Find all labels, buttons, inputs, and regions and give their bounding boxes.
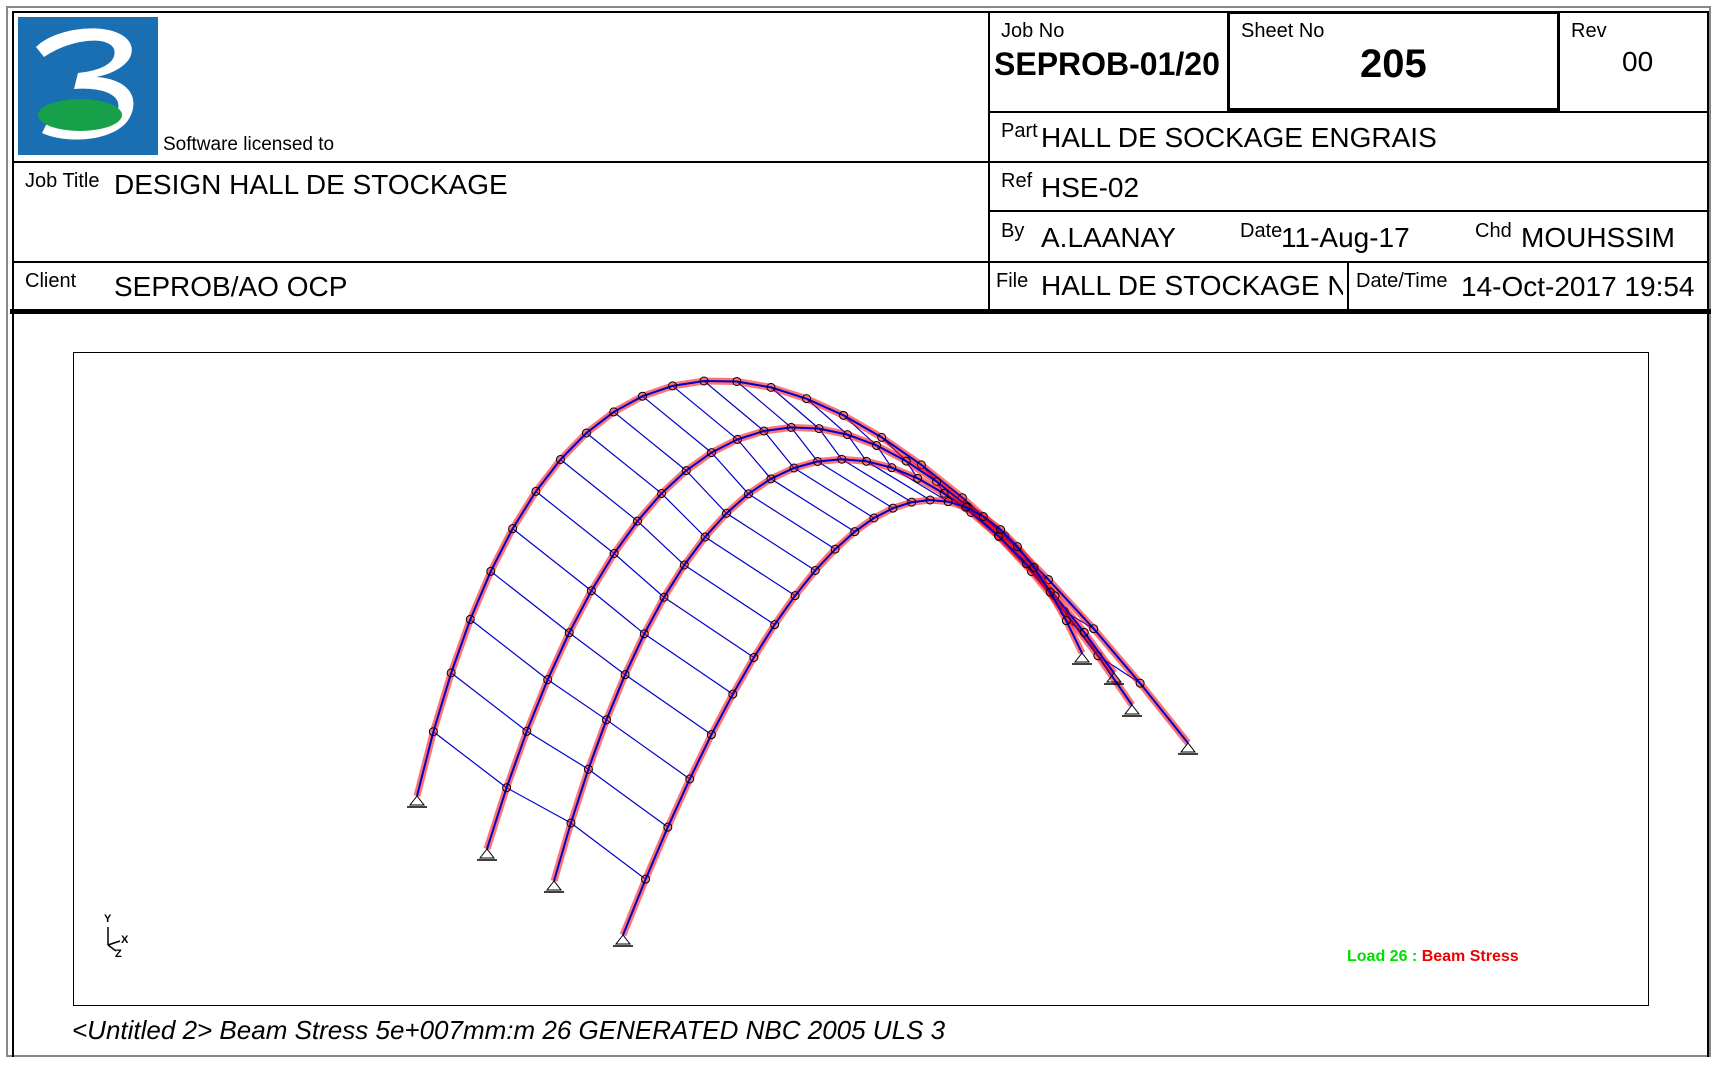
purlin-member (704, 536, 796, 597)
purlin-member (793, 467, 875, 519)
chd-value: MOUHSSIM (1521, 222, 1675, 253)
purlin-member (613, 553, 665, 598)
purlin-member (588, 768, 669, 828)
date-label: Date (1240, 220, 1283, 242)
staad-logo-icon (18, 17, 158, 155)
purlin-member (624, 674, 712, 736)
purlin-member (661, 493, 706, 538)
purlin-member (547, 679, 607, 721)
purlin-member (570, 822, 646, 880)
purlin-member (637, 520, 685, 566)
job-no-value-clip: SEPROB-01/20 (994, 46, 1224, 86)
pinned-support-icon (1123, 704, 1141, 715)
rev-value: 00 (1622, 46, 1654, 77)
job-title-value: DESIGN HALL DE STOCKAGE (114, 169, 508, 200)
purlin-member (450, 672, 528, 732)
file-value-clip: HALL DE STOCKAGE N´ (1041, 272, 1343, 306)
pinned-support-icon (614, 934, 632, 945)
purlin-member (790, 427, 819, 462)
sheet-no-value: 205 (1360, 42, 1427, 86)
datetime-label: Date/Time (1356, 270, 1448, 292)
title-block-bottom-line (10, 309, 1711, 314)
ref-value: HSE-02 (1041, 172, 1140, 203)
purlin-member (685, 470, 727, 514)
purlin-member (613, 411, 687, 472)
purlin-member (535, 490, 615, 554)
by-label: By (1001, 220, 1025, 242)
purlin-member (672, 385, 738, 440)
purlin-member (568, 632, 626, 676)
purlin-member (726, 512, 816, 572)
by-value: A.LAANAY (1041, 222, 1176, 253)
purlin-member (703, 380, 765, 432)
drawing-caption: <Untitled 2> Beam Stress 5e+007mm:m 26 G… (72, 1015, 946, 1045)
axis-triad: Y X Z (100, 913, 140, 963)
arch-member (622, 498, 1083, 936)
pinned-support-icon (1073, 652, 1091, 663)
title-block-divider (1347, 261, 1349, 311)
pinned-support-icon (478, 848, 496, 859)
job-no-value: SEPROB-01/20 (994, 46, 1220, 82)
job-title-label: Job Title (25, 170, 100, 192)
purlin-member (736, 439, 772, 480)
purlin-member (526, 730, 589, 770)
drawing-viewport[interactable]: Y X Z (73, 352, 1649, 1006)
title-block-line (988, 210, 1709, 212)
chd-label: Chd (1475, 220, 1512, 242)
purlin-member (560, 459, 638, 522)
purlin-member (469, 618, 549, 681)
arch-structure-diagram (407, 376, 1198, 947)
licensed-label: Software licensed to (163, 134, 335, 155)
part-value: HALL DE SOCKAGE ENGRAIS (1041, 122, 1437, 153)
purlin-member (506, 787, 572, 824)
title-block-line (12, 261, 1709, 263)
sheet-no-label: Sheet No (1241, 20, 1325, 42)
purlin-member (590, 590, 645, 635)
stress-diagram (619, 496, 1086, 937)
date-value: 11-Aug-17 (1281, 222, 1410, 253)
pinned-support-icon (1179, 742, 1197, 753)
title-block-line (12, 161, 1709, 163)
purlin-member (433, 731, 507, 789)
job-no-label: Job No (1001, 20, 1065, 42)
purlin-member (763, 430, 795, 469)
legend-load-text: Load 26 : (1347, 948, 1418, 965)
purlin-member (748, 493, 836, 550)
pinned-support-icon (408, 795, 426, 806)
part-label: Part (1001, 120, 1038, 142)
axis-x-label: X (121, 934, 129, 946)
legend-type-text: Beam Stress (1421, 948, 1519, 965)
client-value: SEPROB/AO OCP (114, 271, 348, 302)
purlin-member (663, 596, 755, 658)
pinned-support-icon (545, 880, 563, 891)
datetime-value: 14-Oct-2017 19:54 (1461, 271, 1695, 302)
file-value: HALL DE STOCKAGE N´ (1041, 272, 1343, 301)
ref-label: Ref (1001, 170, 1033, 192)
load-legend: Load 26 : Beam Stress (1347, 948, 1519, 966)
purlin-member (643, 633, 734, 695)
rev-label: Rev (1571, 20, 1607, 42)
purlin-member (770, 478, 856, 533)
purlin-member (711, 452, 749, 495)
axis-y-label: Y (104, 913, 112, 925)
file-label: File (996, 270, 1029, 292)
purlin-member (490, 570, 570, 634)
purlin-member (606, 719, 691, 780)
client-label: Client (25, 270, 77, 292)
axis-z-label: Z (115, 948, 122, 960)
title-block-divider (988, 11, 990, 311)
purlin-member (512, 528, 592, 592)
title-block-line (988, 111, 1709, 113)
